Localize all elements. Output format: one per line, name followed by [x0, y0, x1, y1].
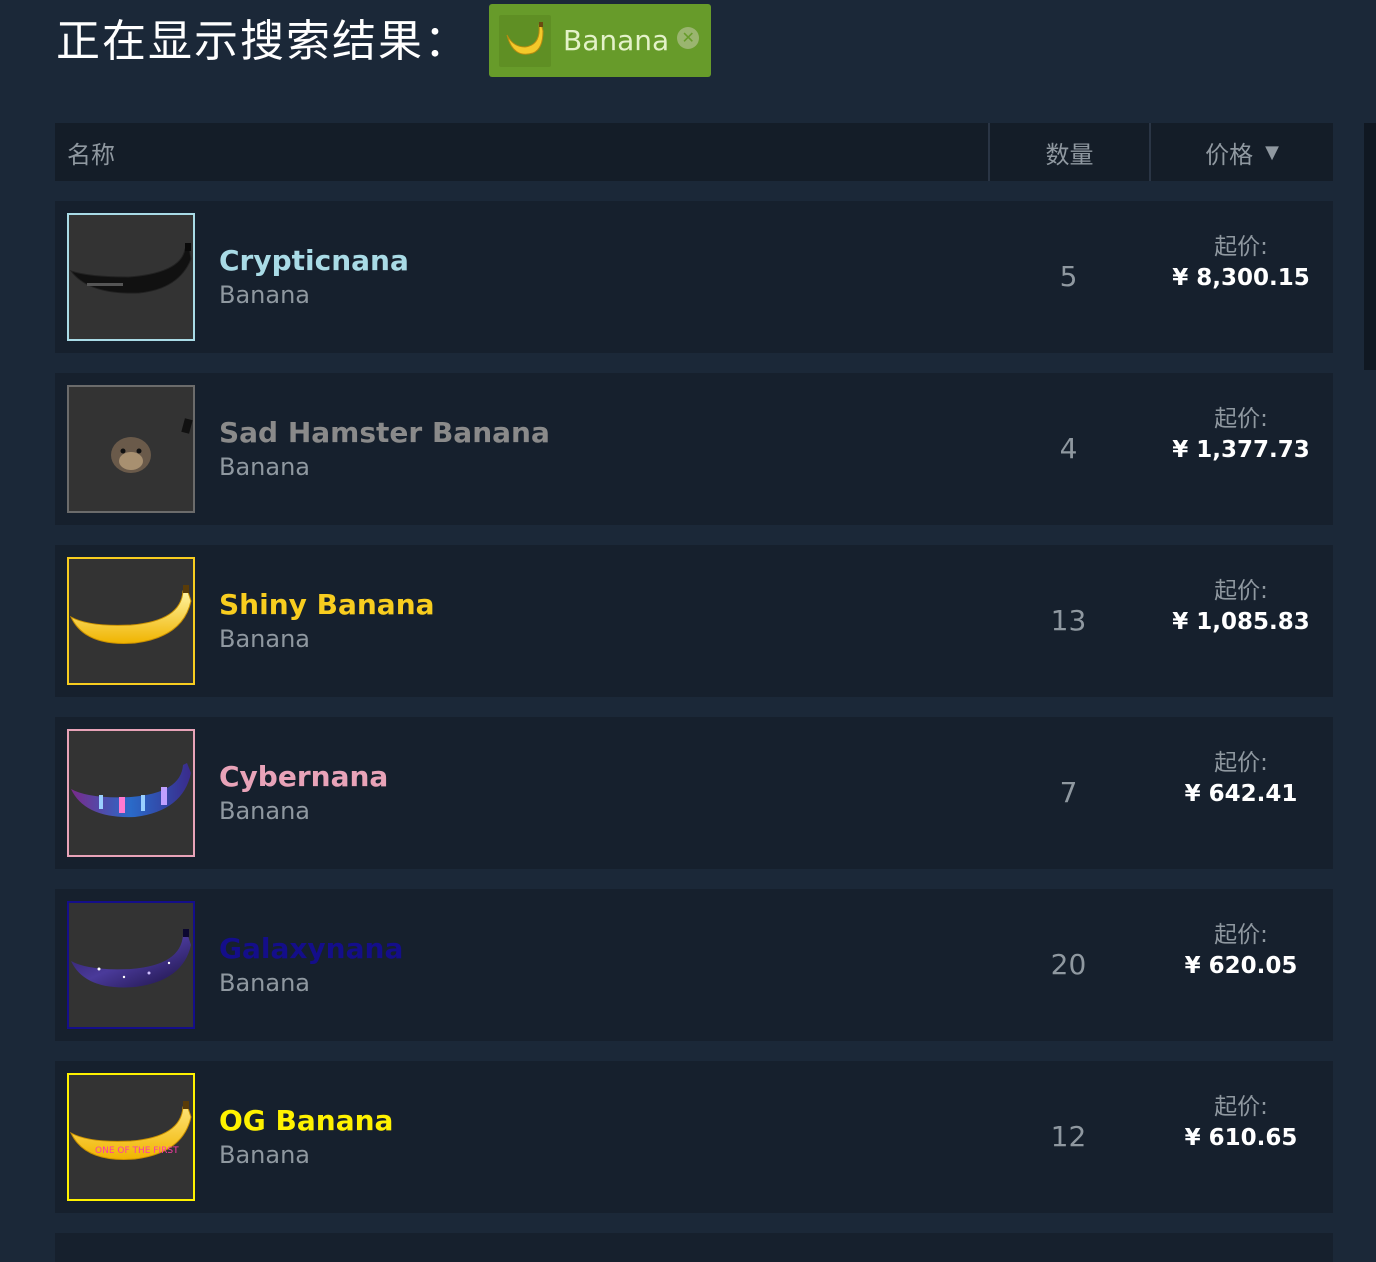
results-table-header: 名称 数量 价格 ▼: [55, 123, 1333, 181]
market-search-page: 正在显示搜索结果： Banana ✕ 名称 数量 价格 ▼ Crypticnan…: [0, 0, 1376, 1262]
table-row[interactable]: Cybernana Banana 7 起价: ¥ 642.41: [55, 717, 1333, 869]
item-quantity: 5: [1059, 260, 1078, 293]
column-header-quantity-label: 数量: [1045, 140, 1094, 169]
sort-descending-icon: ▼: [1265, 141, 1279, 163]
item-quantity: 13: [1050, 604, 1087, 637]
item-game-name: Banana: [219, 969, 311, 997]
item-price: 起价: ¥ 8,300.15: [1149, 231, 1333, 293]
item-name-link[interactable]: Crypticnana: [219, 241, 409, 281]
column-header-price[interactable]: 价格 ▼: [1149, 123, 1333, 181]
column-header-name[interactable]: 名称: [67, 123, 115, 181]
item-quantity: 20: [1050, 948, 1087, 981]
price-value: ¥ 1,085.83: [1172, 609, 1310, 635]
price-label: 起价:: [1214, 234, 1268, 260]
price-label: 起价:: [1214, 578, 1268, 604]
item-price: 起价: ¥ 642.41: [1149, 747, 1333, 809]
yellow-banana-icon: [67, 557, 195, 685]
column-header-quantity[interactable]: 数量: [988, 123, 1149, 181]
table-row[interactable]: Sad Hamster Banana Banana 4 起价: ¥ 1,377.…: [55, 373, 1333, 525]
item-name-link[interactable]: Shiny Banana: [219, 585, 435, 625]
black-banana-icon: [67, 213, 195, 341]
table-row[interactable]: [55, 1233, 1333, 1262]
og-banana-icon: ONE OF THE FIRST: [67, 1073, 195, 1201]
item-price: 起价: ¥ 1,377.73: [1149, 403, 1333, 465]
price-value: ¥ 1,377.73: [1172, 437, 1310, 463]
item-game-name: Banana: [219, 625, 311, 653]
item-price: 起价: ¥ 610.65: [1149, 1091, 1333, 1153]
price-label: 起价:: [1214, 1094, 1268, 1120]
item-name-link[interactable]: OG Banana: [219, 1101, 393, 1141]
item-game-name: Banana: [219, 1141, 311, 1169]
close-icon[interactable]: ✕: [677, 26, 700, 49]
table-row[interactable]: Galaxynana Banana 20 起价: ¥ 620.05: [55, 889, 1333, 1041]
hamster-icon: [67, 385, 195, 513]
filter-chip-label: Banana: [563, 23, 670, 57]
item-game-name: Banana: [219, 797, 311, 825]
item-quantity: 12: [1050, 1120, 1087, 1153]
cyber-banana-icon: [67, 729, 195, 857]
item-price: 起价: ¥ 620.05: [1149, 919, 1333, 981]
price-value: ¥ 642.41: [1184, 781, 1298, 807]
item-game-name: Banana: [219, 281, 311, 309]
table-row[interactable]: Crypticnana Banana 5 起价: ¥ 8,300.15: [55, 201, 1333, 353]
banana-icon: [499, 14, 551, 67]
price-value: ¥ 8,300.15: [1172, 265, 1310, 291]
item-quantity: 4: [1059, 432, 1078, 465]
item-price: 起价: ¥ 1,085.83: [1149, 575, 1333, 637]
price-label: 起价:: [1214, 750, 1268, 776]
page-title: 正在显示搜索结果：: [56, 16, 470, 67]
price-value: ¥ 610.65: [1184, 1125, 1298, 1151]
item-quantity: 7: [1059, 776, 1078, 809]
column-header-price-label: 价格: [1205, 140, 1254, 169]
price-label: 起价:: [1214, 406, 1268, 432]
table-row[interactable]: ONE OF THE FIRST OG Banana Banana 12 起价:…: [55, 1061, 1333, 1213]
search-filter-chip[interactable]: Banana ✕: [489, 4, 711, 77]
galaxy-banana-icon: [67, 901, 195, 1029]
column-header-name-label: 名称: [67, 140, 115, 169]
table-row[interactable]: Shiny Banana Banana 13 起价: ¥ 1,085.83: [55, 545, 1333, 697]
badge-text: ONE OF THE FIRST: [95, 1146, 179, 1156]
price-value: ¥ 620.05: [1184, 953, 1298, 979]
item-name-link[interactable]: Cybernana: [219, 757, 388, 797]
item-name-link[interactable]: Galaxynana: [219, 929, 403, 969]
item-name-link[interactable]: Sad Hamster Banana: [219, 413, 550, 453]
price-label: 起价:: [1214, 922, 1268, 948]
item-game-name: Banana: [219, 453, 311, 481]
scrollbar[interactable]: [1364, 123, 1376, 370]
